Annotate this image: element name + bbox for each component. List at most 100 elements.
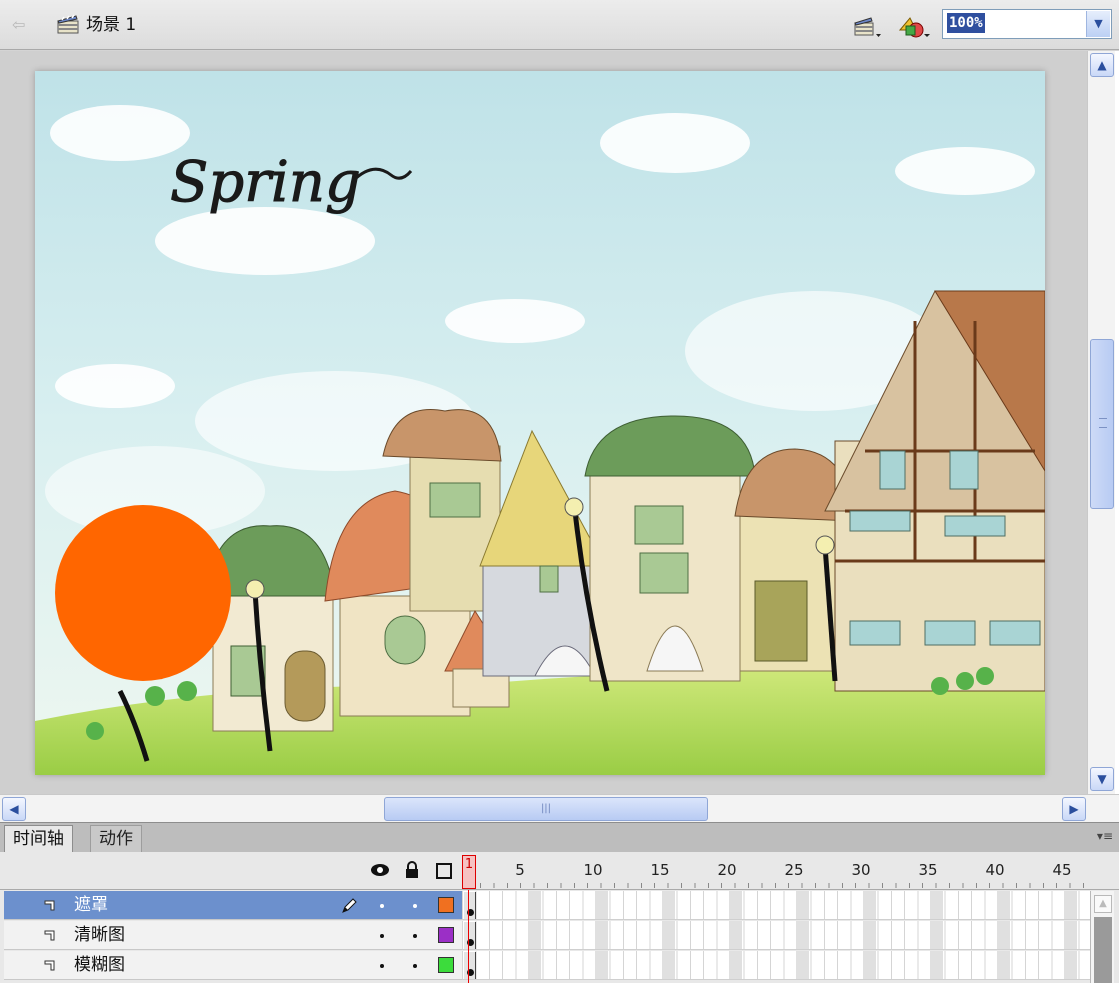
ruler-label: 5 <box>515 861 525 879</box>
timeline-header: 5 10 15 20 25 30 35 40 45 1 <box>0 852 1119 890</box>
lock-dot[interactable] <box>413 904 417 908</box>
scroll-down-icon[interactable]: ▼ <box>1090 767 1114 791</box>
layer-list: 遮罩 清晰图 模糊图 <box>0 891 1119 983</box>
edit-scene-button[interactable] <box>852 12 882 40</box>
layer-row-mask[interactable]: 遮罩 <box>4 891 462 920</box>
back-arrow-icon[interactable]: ⇦ <box>12 16 32 34</box>
frame-cell <box>729 891 742 919</box>
frame-ruler[interactable]: 5 10 15 20 25 30 35 40 45 <box>462 852 1092 890</box>
stage-area: Spring <box>0 51 1087 794</box>
spring-lettering: Spring <box>170 150 361 215</box>
ruler-label: 40 <box>985 861 1005 879</box>
layer-color-swatch[interactable] <box>438 957 454 973</box>
vertical-scroll-thumb[interactable] <box>1090 339 1114 509</box>
frame-cell <box>528 921 541 949</box>
frame-cell <box>997 951 1010 979</box>
visibility-dot[interactable] <box>380 964 384 968</box>
frame-cell <box>997 921 1010 949</box>
stage-horizontal-scrollbar[interactable]: ◀ ||| ▶ <box>0 794 1119 822</box>
frame-cell <box>796 921 809 949</box>
grip-icon <box>1099 418 1107 428</box>
layer-row-blur[interactable]: 模糊图 <box>4 951 462 980</box>
keyframe[interactable] <box>464 892 476 919</box>
horizontal-scroll-thumb[interactable]: ||| <box>384 797 708 821</box>
pencil-icon <box>342 898 357 913</box>
flash-editor-window: ⇦ 场景 1 100% ▼ Spring ▲ ▼ ◀ ||| ▶ 时间轴 动作 … <box>0 0 1119 983</box>
frame-cell <box>930 891 943 919</box>
layer-icon <box>44 930 55 941</box>
panel-options-icon[interactable]: ▾≡ <box>1097 829 1113 843</box>
stage-canvas[interactable]: Spring <box>35 71 1045 775</box>
frame-cell <box>796 891 809 919</box>
frame-cell <box>930 921 943 949</box>
frame-cell <box>595 921 608 949</box>
timeline-panel: 5 10 15 20 25 30 35 40 45 1 遮罩 清晰图 模糊图 ▲ <box>0 852 1119 983</box>
lock-icon[interactable] <box>404 861 420 879</box>
ruler-ticks <box>480 883 1090 888</box>
layer-row-clear[interactable]: 清晰图 <box>4 921 462 950</box>
scroll-left-icon[interactable]: ◀ <box>2 797 26 821</box>
frame-cell <box>796 951 809 979</box>
ruler-label: 15 <box>650 861 670 879</box>
layer-name: 遮罩 <box>74 895 108 915</box>
frame-cell <box>863 921 876 949</box>
scroll-up-icon[interactable]: ▲ <box>1090 53 1114 77</box>
frame-cell <box>1064 921 1077 949</box>
frame-track[interactable] <box>462 891 1090 920</box>
outline-icon[interactable] <box>436 863 452 879</box>
frame-cell <box>930 951 943 979</box>
timeline-scroll-rail[interactable] <box>1094 917 1112 983</box>
tab-timeline[interactable]: 时间轴 <box>4 825 73 853</box>
timeline-vertical-scrollbar[interactable]: ▲ <box>1090 891 1114 983</box>
orange-circle-shape[interactable] <box>55 505 231 681</box>
ruler-label: 30 <box>851 861 871 879</box>
edit-bar: ⇦ 场景 1 100% ▼ <box>0 0 1119 50</box>
layer-icon <box>44 900 55 911</box>
visibility-dot[interactable] <box>380 904 384 908</box>
edit-symbol-icon <box>898 17 930 38</box>
frame-cell <box>595 951 608 979</box>
tab-actions[interactable]: 动作 <box>90 825 142 853</box>
edit-scene-icon <box>854 17 881 37</box>
lock-dot[interactable] <box>413 934 417 938</box>
ruler-label: 10 <box>583 861 603 879</box>
ruler-label: 35 <box>918 861 938 879</box>
visibility-dot[interactable] <box>380 934 384 938</box>
frame-cell <box>662 921 675 949</box>
keyframe[interactable] <box>464 922 476 949</box>
lock-dot[interactable] <box>413 964 417 968</box>
frame-cell <box>662 891 675 919</box>
stage-vertical-scrollbar[interactable]: ▲ ▼ <box>1087 51 1115 794</box>
edit-symbol-button[interactable] <box>896 12 936 40</box>
layer-color-swatch[interactable] <box>438 897 454 913</box>
ruler-label: 45 <box>1052 861 1072 879</box>
ruler-label: 20 <box>717 861 737 879</box>
frame-cell <box>863 891 876 919</box>
scene-label: 场景 1 <box>86 15 137 35</box>
frame-track[interactable] <box>462 921 1090 950</box>
frame-cell <box>1064 951 1077 979</box>
frame-cell <box>662 951 675 979</box>
layer-name: 清晰图 <box>74 925 125 945</box>
frame-cell <box>863 951 876 979</box>
eye-icon[interactable] <box>370 862 390 878</box>
keyframe[interactable] <box>464 952 476 979</box>
scene-clapper-icon <box>57 14 79 34</box>
scroll-up-icon[interactable]: ▲ <box>1094 895 1112 913</box>
frame-cell <box>528 951 541 979</box>
frame-cell <box>729 951 742 979</box>
layer-color-swatch[interactable] <box>438 927 454 943</box>
layer-name: 模糊图 <box>74 955 125 975</box>
frame-cell <box>1064 891 1077 919</box>
scroll-right-icon[interactable]: ▶ <box>1062 797 1086 821</box>
frame-cell <box>729 921 742 949</box>
chevron-down-icon[interactable]: ▼ <box>1086 11 1110 37</box>
playhead-line <box>468 890 469 983</box>
zoom-select[interactable]: 100% ▼ <box>942 9 1112 39</box>
frame-track[interactable] <box>462 951 1090 980</box>
playhead[interactable]: 1 <box>462 855 476 889</box>
zoom-value: 100% <box>947 13 985 33</box>
layer-icon <box>44 960 55 971</box>
ruler-label: 25 <box>784 861 804 879</box>
window-edge <box>1115 51 1119 794</box>
